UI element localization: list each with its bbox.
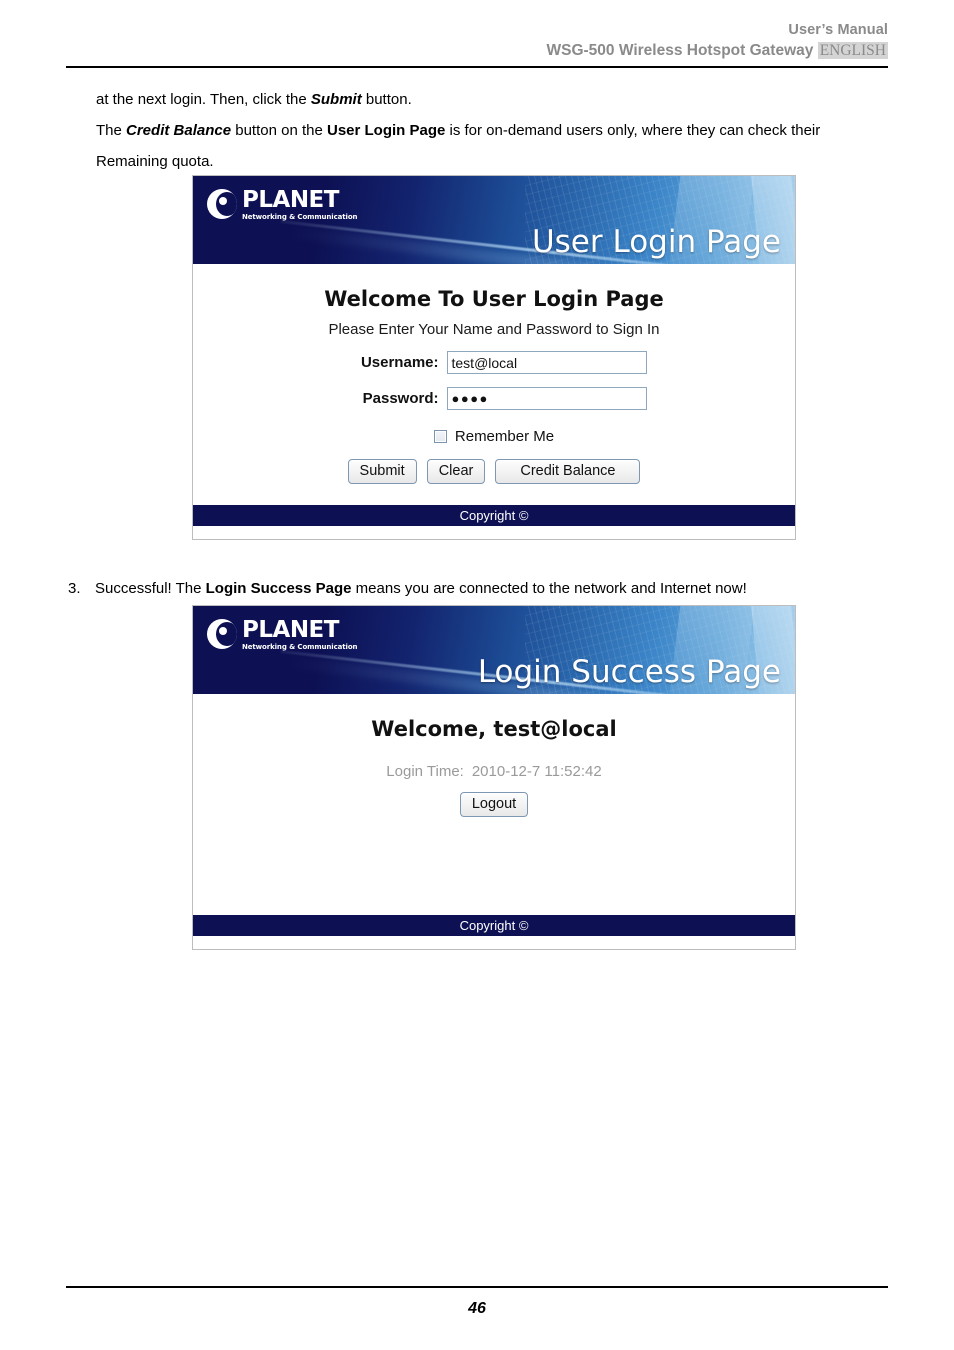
- login-success-page-screenshot: PLANET Networking & Communication Login …: [192, 605, 796, 950]
- username-label: Username:: [360, 354, 439, 371]
- clear-button[interactable]: Clear: [426, 459, 486, 484]
- paragraph-2-mid: button on the: [231, 122, 327, 139]
- paragraph-2: The Credit Balance button on the User Lo…: [96, 115, 886, 177]
- brand-tagline: Networking & Communication: [242, 213, 358, 221]
- logout-button[interactable]: Logout: [459, 792, 529, 817]
- user-login-page-emphasis: User Login Page: [326, 122, 446, 139]
- login-success-page-emphasis: Login Success Page: [205, 580, 352, 597]
- username-row: Username: test@local: [193, 351, 795, 374]
- brand-name: PLANET: [242, 617, 339, 643]
- success-panel: Welcome, test@local Login Time: 2010-12-7…: [193, 694, 795, 915]
- step-3: 3. Successful! The Login Success Page mea…: [68, 578, 898, 600]
- credit-balance-emphasis: Credit Balance: [126, 122, 232, 139]
- login-button-row: Submit Clear Credit Balance: [193, 459, 795, 484]
- login-form-panel: Welcome To User Login Page Please Enter …: [193, 264, 795, 505]
- planet-globe-icon: [207, 189, 237, 219]
- login-subheading: Please Enter Your Name and Password to S…: [328, 321, 660, 338]
- planet-logo-text: PLANET Networking & Communication: [242, 187, 358, 221]
- manual-label: User’s Manual: [788, 22, 888, 38]
- password-input[interactable]: ●●●●: [446, 387, 647, 410]
- login-time-label: Login Time:: [386, 763, 464, 780]
- success-banner-title: Login Success Page: [477, 654, 781, 690]
- password-label: Password:: [362, 390, 439, 407]
- remember-me-checkbox[interactable]: [433, 430, 447, 443]
- product-name: WSG-500 Wireless Hotspot Gateway: [546, 42, 814, 59]
- login-banner: PLANET Networking & Communication User L…: [193, 176, 795, 264]
- password-row: Password: ●●●●: [193, 387, 795, 410]
- success-copyright-bar: Copyright ©: [193, 915, 795, 936]
- paragraph-2-pre: The: [96, 122, 127, 139]
- login-heading: Welcome To User Login Page: [324, 287, 664, 311]
- page-number: 46: [468, 1300, 486, 1317]
- planet-logo: PLANET Networking & Communication: [207, 187, 358, 221]
- footer-divider: [66, 1286, 888, 1288]
- submit-button[interactable]: Submit: [347, 459, 417, 484]
- username-input[interactable]: test@local: [446, 351, 647, 374]
- paragraph-1-post: button.: [361, 91, 412, 108]
- paragraph-1-pre: at the next login. Then, click the: [96, 91, 311, 108]
- submit-emphasis: Submit: [310, 91, 362, 108]
- welcome-message: Welcome, test@local: [371, 717, 617, 741]
- planet-globe-icon: [207, 619, 237, 649]
- language-badge: ENGLISH: [817, 42, 888, 59]
- step-3-number: 3.: [68, 580, 81, 597]
- login-time-value: 2010-12-7 11:52:42: [471, 763, 602, 780]
- paragraph-1: at the next login. Then, click the Submi…: [96, 84, 886, 115]
- header-divider: [66, 66, 888, 68]
- planet-logo-text: PLANET Networking & Communication: [242, 617, 358, 651]
- login-copyright-bar: Copyright ©: [193, 505, 795, 526]
- login-banner-title: User Login Page: [531, 224, 781, 260]
- step-3-pre: Successful! The: [95, 580, 206, 597]
- success-banner: PLANET Networking & Communication Login …: [193, 606, 795, 694]
- page-header: User’s Manual WSG-500 Wireless Hotspot G…: [66, 20, 888, 62]
- planet-logo: PLANET Networking & Communication: [207, 617, 358, 651]
- brand-name: PLANET: [242, 187, 339, 213]
- step-3-post: means you are connected to the network a…: [351, 580, 747, 597]
- credit-balance-button[interactable]: Credit Balance: [495, 459, 641, 484]
- remember-me-label: Remember Me: [454, 428, 555, 445]
- remember-me-row: Remember Me: [193, 428, 795, 445]
- product-line: WSG-500 Wireless Hotspot Gateway ENGLISH: [66, 40, 888, 62]
- brand-tagline: Networking & Communication: [242, 643, 358, 651]
- login-time-row: Login Time: 2010-12-7 11:52:42: [193, 741, 795, 780]
- logout-button-row: Logout: [193, 792, 795, 817]
- body-content: at the next login. Then, click the Submi…: [96, 84, 886, 177]
- user-login-page-screenshot: PLANET Networking & Communication User L…: [192, 175, 796, 540]
